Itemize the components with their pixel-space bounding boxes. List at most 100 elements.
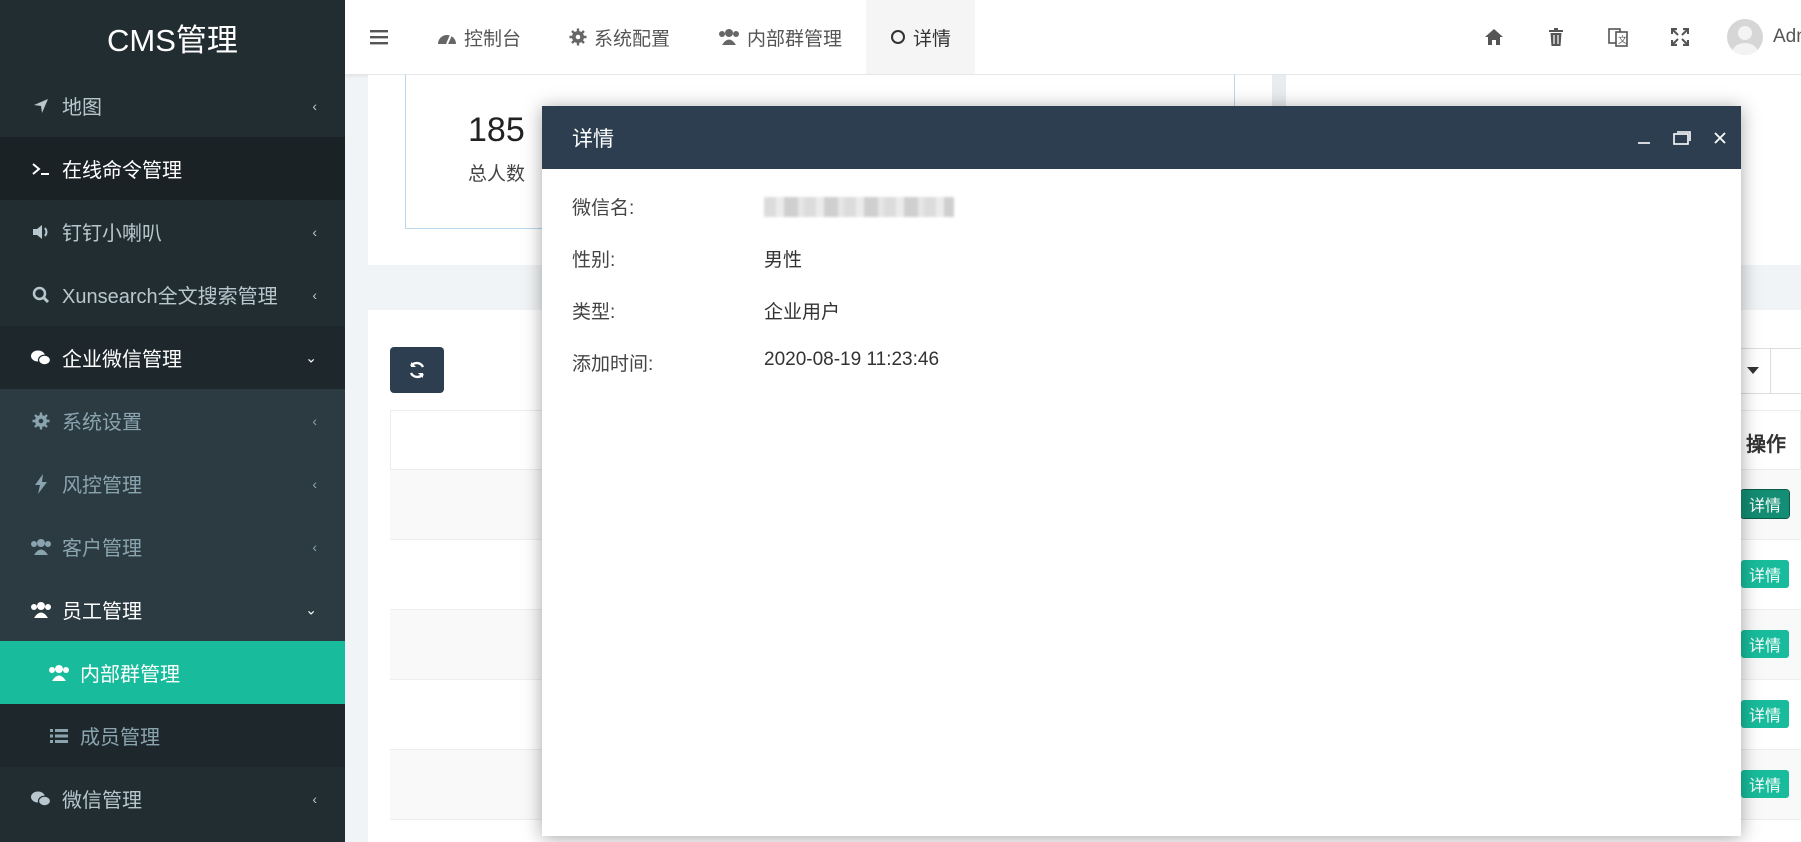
sidebar-item-members[interactable]: 成员管理 — [0, 704, 345, 767]
modal-title: 详情 — [572, 127, 614, 151]
sidebar-item-label: 钉钉小喇叭 — [62, 223, 162, 245]
maximize-icon[interactable] — [1663, 106, 1701, 169]
row-detail-button[interactable]: 详情 — [1741, 630, 1789, 658]
sidebar-item-label: 客户管理 — [62, 538, 142, 560]
user-name[interactable]: Admin — [1773, 26, 1801, 48]
sidebar-item-label: 企业微信管理 — [62, 349, 182, 371]
trash-icon[interactable] — [1525, 0, 1587, 74]
tab-detail[interactable]: 详情 — [866, 0, 976, 74]
chevron-left-icon: ‹ — [312, 475, 317, 492]
sidebar-item-label: 员工管理 — [62, 601, 142, 623]
column-header-actions: 操作 — [1746, 434, 1786, 456]
row-detail-button[interactable]: 详情 — [1741, 560, 1789, 588]
row-detail-button[interactable]: 详情 — [1740, 489, 1790, 519]
home-icon[interactable] — [1463, 0, 1525, 74]
field-wechat-name: 微信名: — [542, 179, 1741, 231]
sidebar-item-system-settings[interactable]: 系统设置 ‹ — [0, 389, 345, 452]
tab-label: 详情 — [913, 28, 952, 50]
chevron-left-icon: ‹ — [312, 538, 317, 555]
sidebar-item-label: 成员管理 — [80, 727, 160, 749]
tab-system-config[interactable]: 系统配置 — [545, 0, 694, 74]
sidebar-item-wecom[interactable]: 企业微信管理 ⌄ — [0, 326, 345, 389]
sidebar-item-map[interactable]: 地图 ‹ — [0, 74, 345, 137]
export-dropdown[interactable] — [1770, 348, 1801, 394]
list-icon — [48, 728, 70, 744]
sidebar-item-label: 地图 — [62, 97, 102, 119]
sidebar-item-dingtalk[interactable]: 钉钉小喇叭 ‹ — [0, 200, 345, 263]
users-icon — [30, 601, 52, 619]
total-users-label: 总人数 — [468, 164, 526, 185]
row-detail-button[interactable]: 详情 — [1741, 700, 1789, 728]
sidebar-item-label: 微信管理 — [62, 790, 142, 812]
sidebar-item-risk-control[interactable]: 风控管理 ‹ — [0, 452, 345, 515]
bolt-icon — [30, 473, 52, 494]
volume-icon — [30, 223, 52, 241]
chevron-left-icon: ‹ — [312, 412, 317, 429]
users-icon — [30, 538, 52, 556]
svg-text:文: 文 — [1618, 34, 1627, 46]
sidebar-item-internal-groups[interactable]: 内部群管理 — [0, 641, 345, 704]
field-label: 性别: — [572, 250, 616, 271]
chevron-left-icon: ‹ — [312, 97, 317, 114]
gear-icon — [30, 412, 52, 430]
modal-body: 微信名: 性别: 男性 类型: 企业用户 添加时间: 2020-08-19 11… — [542, 169, 1741, 387]
chevron-down-icon: ⌄ — [305, 349, 317, 365]
wechat-icon — [30, 349, 52, 367]
expand-icon[interactable] — [1649, 0, 1711, 74]
location-arrow-icon — [30, 97, 52, 115]
users-icon — [48, 664, 70, 682]
tab-label: 系统配置 — [594, 28, 671, 50]
modal-header[interactable]: 详情 — [542, 106, 1741, 169]
search-icon — [30, 286, 52, 304]
tab-dashboard[interactable]: 控制台 — [413, 0, 545, 74]
caret-down-icon — [1747, 367, 1759, 374]
wechat-icon — [30, 790, 52, 808]
dashboard-icon — [437, 29, 457, 45]
sidebar-item-label: Xunsearch全文搜索管理 — [62, 286, 278, 308]
minimize-icon[interactable] — [1625, 106, 1663, 169]
gear-icon — [569, 28, 587, 46]
menu-toggle-icon[interactable] — [345, 0, 413, 74]
sidebar-item-staff[interactable]: 员工管理 ⌄ — [0, 578, 345, 641]
tab-label: 控制台 — [464, 28, 522, 50]
detail-modal: 详情 微信名: 性别: 男性 类型: 企业用户 添加时间: 2020-08-19… — [542, 106, 1741, 836]
avatar[interactable] — [1727, 19, 1763, 55]
field-value: 企业用户 — [764, 302, 841, 323]
field-label: 类型: — [572, 302, 616, 323]
chevron-left-icon: ‹ — [312, 790, 317, 807]
sidebar-item-label: 风控管理 — [62, 475, 142, 497]
close-icon[interactable] — [1701, 106, 1739, 169]
field-label: 微信名: — [572, 198, 635, 219]
circle-icon — [890, 29, 906, 45]
sidebar-item-wechat[interactable]: 微信管理 ‹ — [0, 767, 345, 830]
sidebar-item-xunsearch[interactable]: Xunsearch全文搜索管理 ‹ — [0, 263, 345, 326]
refresh-button[interactable] — [390, 347, 444, 393]
chevron-down-icon: ⌄ — [305, 601, 317, 617]
blurred-value — [764, 197, 954, 217]
sidebar-item-customers[interactable]: 客户管理 ‹ — [0, 515, 345, 578]
refresh-icon — [409, 361, 425, 379]
terminal-icon — [30, 161, 52, 177]
top-navbar: 控制台 系统配置 内部群管理 详情 文 Admin — [345, 0, 1801, 75]
sidebar-item-label: 内部群管理 — [80, 664, 180, 686]
sidebar: CMS管理 地图 ‹ 在线命令管理 钉钉小喇叭 ‹ Xunsearch全文搜索管… — [0, 0, 345, 842]
users-icon — [718, 28, 740, 46]
chevron-left-icon: ‹ — [312, 223, 317, 240]
field-label: 添加时间: — [572, 354, 654, 375]
app-logo[interactable]: CMS管理 — [0, 0, 345, 74]
tab-label: 内部群管理 — [747, 28, 843, 50]
chevron-left-icon: ‹ — [312, 286, 317, 303]
navbar-right: 文 Admin — [1463, 0, 1801, 74]
sidebar-item-online-command[interactable]: 在线命令管理 — [0, 137, 345, 200]
sidebar-item-label: 系统设置 — [62, 412, 142, 434]
field-value: 男性 — [764, 250, 803, 271]
sidebar-item-label: 在线命令管理 — [62, 160, 182, 182]
translate-icon[interactable]: 文 — [1587, 0, 1649, 74]
field-value: 2020-08-19 11:23:46 — [764, 349, 940, 370]
field-type: 类型: 企业用户 — [542, 283, 1741, 335]
field-gender: 性别: 男性 — [542, 231, 1741, 283]
row-detail-button[interactable]: 详情 — [1741, 770, 1789, 798]
total-users-value: 185 — [468, 111, 525, 149]
tab-internal-groups[interactable]: 内部群管理 — [694, 0, 866, 74]
field-added-time: 添加时间: 2020-08-19 11:23:46 — [542, 335, 1741, 387]
